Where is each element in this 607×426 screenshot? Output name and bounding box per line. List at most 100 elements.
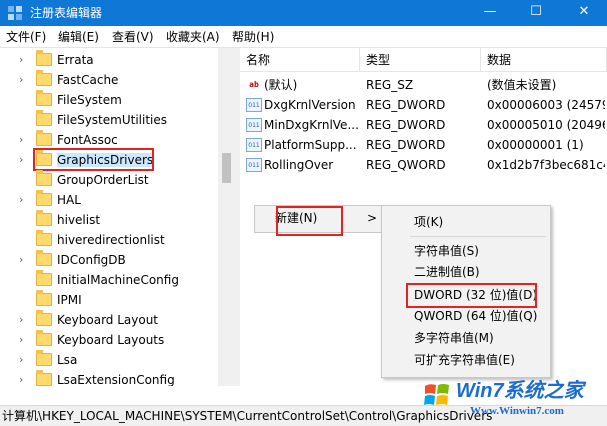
value-data-cell: (数值未设置) (487, 78, 557, 92)
column-header-type[interactable]: 类型 (360, 48, 481, 72)
value-type-cell: REG_DWORD (366, 118, 446, 132)
tree-item-label: hiveredirectionlist (57, 233, 165, 247)
value-row[interactable]: ab (默认) REG_SZ (数值未设置) (240, 75, 607, 95)
tree-item[interactable]: › LsaExtensionConfig (0, 370, 218, 386)
submenu-item-binary-value[interactable]: 二进制值(B) (414, 265, 480, 279)
value-data-cell: 0x00006003 (24579) (487, 98, 605, 112)
tree-item[interactable]: FileSystemUtilities (0, 110, 218, 130)
folder-icon (36, 110, 52, 126)
current-key-path: 计算机\HKEY_LOCAL_MACHINE\SYSTEM\CurrentCon… (2, 409, 493, 423)
close-button[interactable]: ✕ (561, 0, 607, 26)
tree-item[interactable]: GroupOrderList (0, 170, 218, 190)
tree-item[interactable]: › Keyboard Layouts (0, 330, 218, 350)
highlight-box-graphicsdrivers (33, 148, 154, 171)
folder-icon (36, 270, 52, 286)
expand-chevron-icon[interactable]: › (19, 332, 23, 348)
column-header-name[interactable]: 名称 (240, 48, 360, 72)
folder-icon (36, 210, 52, 226)
tree-item-label: IPMI (57, 293, 82, 307)
tree-item-label: FileSystemUtilities (57, 113, 167, 127)
folder-icon (36, 130, 52, 146)
tree-item[interactable]: › Keyboard Layout (0, 310, 218, 330)
regedit-app-icon (8, 6, 22, 20)
value-name-cell: DxgKrnlVersion (264, 98, 356, 112)
expand-chevron-icon[interactable]: › (19, 192, 23, 208)
expand-chevron-icon[interactable]: › (19, 52, 23, 68)
folder-icon (36, 190, 52, 206)
expand-chevron-icon[interactable]: › (19, 152, 23, 168)
value-data-cell: 0x1d2b7f3bec681c4 (487, 158, 605, 172)
expand-chevron-icon[interactable]: › (19, 132, 23, 148)
tree-item-label: Lsa (57, 353, 78, 367)
value-data-cell: 0x00005010 (20496) (487, 118, 605, 132)
tree-item[interactable]: › FontAssoc (0, 130, 218, 150)
value-type-cell: REG_SZ (366, 78, 414, 92)
binary-value-icon: 011 (246, 98, 262, 112)
maximize-button[interactable]: ☐ (513, 0, 559, 26)
title-bar: 注册表编辑器 — ☐ ✕ (0, 0, 607, 26)
windows-logo-icon (424, 384, 449, 405)
folder-icon (36, 370, 52, 386)
value-row[interactable]: 011 RollingOver REG_QWORD 0x1d2b7f3bec681c4 (240, 155, 607, 175)
tree-item-label: Errata (57, 53, 94, 67)
menu-edit[interactable]: 编辑(E) (58, 30, 99, 44)
tree-item[interactable]: › HAL (0, 190, 218, 210)
tree-item[interactable]: › Errata (0, 50, 218, 70)
tree-item-label: GroupOrderList (57, 173, 149, 187)
value-name-cell: MinDxgKrnlVe... (264, 118, 359, 132)
value-name-cell: PlatformSupp... (264, 138, 357, 152)
watermark-url: Www.Winwin7.com (470, 405, 564, 417)
value-row[interactable]: 011 PlatformSupp... REG_DWORD 0x00000001 (1… (240, 135, 607, 155)
expand-chevron-icon[interactable]: › (19, 312, 23, 328)
tree-item[interactable]: hivelist (0, 210, 218, 230)
tree-item[interactable]: hiveredirectionlist (0, 230, 218, 250)
tree-item-label: Keyboard Layouts (57, 333, 165, 347)
menu-favorites[interactable]: 收藏夹(A) (166, 30, 220, 44)
column-header-data[interactable]: 数据 (481, 48, 607, 72)
highlight-box-new (276, 206, 343, 236)
tree-item-label: FileSystem (57, 93, 122, 107)
value-type-cell: REG_QWORD (366, 158, 446, 172)
tree-item-label: LsaExtensionConfig (57, 373, 175, 386)
menu-help[interactable]: 帮助(H) (232, 30, 274, 44)
folder-icon (36, 90, 52, 106)
menu-bar: 文件(F) 编辑(E) 查看(V) 收藏夹(A) 帮助(H) (0, 26, 607, 48)
submenu-item-qword-value[interactable]: QWORD (64 位)值(Q) (414, 309, 537, 323)
tree-item[interactable]: IPMI (0, 290, 218, 310)
folder-icon (36, 350, 52, 366)
value-name-cell: (默认) (264, 78, 298, 92)
submenu-item-expandable-string-value[interactable]: 可扩充字符串值(E) (414, 353, 515, 367)
tree-item[interactable]: FileSystem (0, 90, 218, 110)
menu-view[interactable]: 查看(V) (112, 30, 154, 44)
tree-scrollbar-thumb[interactable] (222, 153, 231, 183)
tree-item-label: IDConfigDB (57, 253, 126, 267)
value-row[interactable]: 011 MinDxgKrnlVe... REG_DWORD 0x00005010 (2… (240, 115, 607, 135)
tree-item[interactable]: › IDConfigDB (0, 250, 218, 270)
chevron-right-icon: > (367, 211, 378, 225)
expand-chevron-icon[interactable]: › (19, 252, 23, 268)
folder-icon (36, 170, 52, 186)
tree-item-label: Keyboard Layout (57, 313, 159, 327)
menu-file[interactable]: 文件(F) (6, 30, 46, 44)
expand-chevron-icon[interactable]: › (19, 72, 23, 88)
folder-icon (36, 330, 52, 346)
tree-item[interactable]: › FastCache (0, 70, 218, 90)
tree-item-label: FastCache (57, 73, 119, 87)
submenu-item-multi-string-value[interactable]: 多字符串值(M) (414, 331, 494, 345)
submenu-item-key[interactable]: 项(K) (414, 215, 443, 229)
tree-scrollbar[interactable] (218, 48, 235, 386)
submenu-item-string-value[interactable]: 字符串值(S) (414, 244, 479, 258)
folder-icon (36, 250, 52, 266)
registry-tree[interactable]: › Errata › FastCache FileSystem FileSystemUti… (0, 48, 235, 386)
watermark: Win7系统之家 Www.Winwin7.com (422, 378, 604, 424)
binary-value-icon: 011 (246, 158, 262, 172)
value-row[interactable]: 011 DxgKrnlVersion REG_DWORD 0x00006003 (24… (240, 95, 607, 115)
watermark-brand: Win7系统之家 (456, 380, 584, 402)
folder-icon (36, 70, 52, 86)
expand-chevron-icon[interactable]: › (19, 352, 23, 368)
tree-item[interactable]: › Lsa (0, 350, 218, 370)
submenu-separator (410, 236, 546, 237)
expand-chevron-icon[interactable]: › (19, 372, 23, 386)
minimize-button[interactable]: — (467, 0, 513, 26)
tree-item[interactable]: InitialMachineConfig (0, 270, 218, 290)
